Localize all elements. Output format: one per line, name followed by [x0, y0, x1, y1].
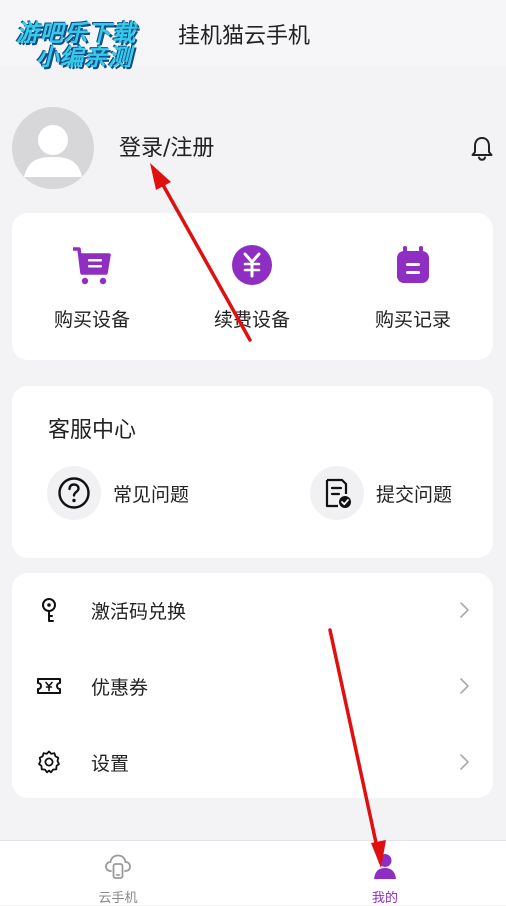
coupons-label: 优惠券 — [91, 677, 149, 699]
avatar[interactable] — [12, 107, 94, 189]
purchase-history-button[interactable]: 购买记录 — [353, 243, 473, 332]
shopping-cart-icon — [73, 247, 111, 285]
document-check-icon — [310, 466, 364, 520]
customer-service-card: 客服中心 常见问题 提交问题 — [12, 386, 493, 558]
default-avatar-icon — [12, 107, 94, 189]
key-icon — [42, 598, 56, 622]
tab-mine[interactable]: 我的 — [335, 851, 435, 906]
question-icon — [47, 466, 101, 520]
tab-mine-label: 我的 — [371, 891, 398, 906]
submit-issue-label: 提交问题 — [376, 483, 453, 506]
activation-code-label: 激活码兑换 — [91, 601, 187, 623]
tab-cloud-phone[interactable]: 云手机 — [68, 851, 168, 906]
settings-label: 设置 — [91, 753, 130, 775]
cloud-phone-icon — [105, 854, 131, 879]
menu-item-coupons[interactable]: 优惠券 — [12, 655, 493, 715]
customer-service-title: 客服中心 — [48, 418, 137, 443]
watermark-logo: 游吧乐下载 小编亲测 — [8, 8, 148, 71]
purchase-history-label: 购买记录 — [374, 309, 451, 331]
app-header: 游吧乐下载 小编亲测 挂机猫云手机 — [0, 0, 506, 71]
renew-device-button[interactable]: 续费设备 — [192, 243, 312, 332]
bell-icon[interactable] — [468, 134, 496, 162]
renew-device-label: 续费设备 — [213, 309, 290, 331]
coupon-icon — [37, 678, 61, 694]
yuan-coin-icon — [232, 245, 272, 285]
faq-label: 常见问题 — [113, 483, 190, 506]
calendar-record-icon — [397, 246, 429, 283]
menu-item-activation-code[interactable]: 激活码兑换 — [12, 579, 493, 639]
chevron-right-icon — [460, 602, 469, 618]
login-register-link[interactable]: 登录/注册 — [119, 130, 214, 162]
chevron-right-icon — [460, 678, 469, 694]
buy-device-label: 购买设备 — [53, 309, 130, 331]
tab-cloud-phone-label: 云手机 — [98, 891, 138, 906]
user-icon — [374, 854, 396, 879]
gear-icon — [38, 750, 60, 774]
menu-item-settings[interactable]: 设置 — [12, 731, 493, 791]
settings-menu-card: 激活码兑换 优惠券 设置 — [12, 573, 493, 798]
quick-actions-card: 购买设备 续费设备 购买记录 — [12, 213, 493, 360]
faq-button[interactable]: 常见问题 — [47, 466, 189, 520]
watermark-line2: 小编亲测 — [36, 45, 132, 71]
bottom-tab-bar: 云手机 我的 — [0, 840, 506, 906]
buy-device-button[interactable]: 购买设备 — [32, 243, 152, 332]
app-title: 挂机猫云手机 — [178, 24, 311, 49]
chevron-right-icon — [460, 754, 469, 770]
submit-issue-button[interactable]: 提交问题 — [310, 466, 452, 520]
